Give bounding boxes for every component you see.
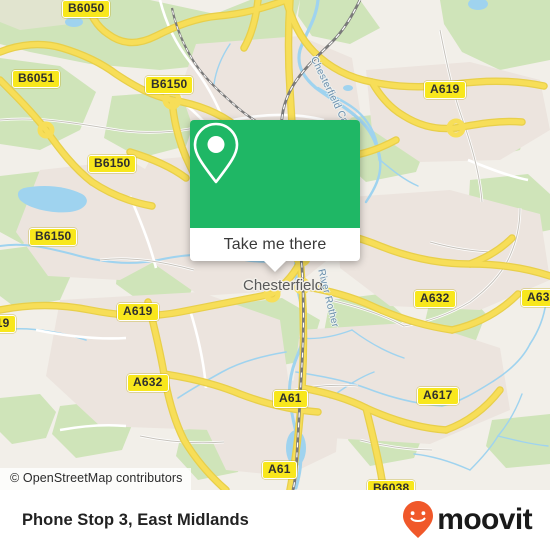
road-shield-b6050: B6050: [62, 0, 111, 18]
moovit-station-map-screen: Chesterfield Chesterfield Canal River Ro…: [0, 0, 550, 550]
popup-header: [190, 120, 360, 228]
moovit-smiley-pin-icon: [403, 501, 434, 538]
footer-bar: Phone Stop 3, East Midlands moovit: [0, 490, 550, 550]
station-popup-card[interactable]: Take me there: [190, 120, 360, 272]
station-title: Phone Stop 3, East Midlands: [22, 510, 249, 529]
road-shield-a619: A619: [424, 81, 466, 99]
road-shield-a619: A619: [0, 315, 16, 333]
road-shield-a61: A61: [273, 390, 308, 408]
osm-attribution[interactable]: © OpenStreetMap contributors: [0, 468, 191, 490]
popup-footer[interactable]: Take me there: [190, 228, 360, 261]
popup-pointer: [264, 261, 286, 272]
road-shield-b6150: B6150: [145, 76, 194, 94]
road-shield-a632: A632: [414, 290, 456, 308]
take-me-there-label: Take me there: [223, 235, 327, 253]
map-pin-icon: [193, 122, 239, 184]
map-canvas[interactable]: Chesterfield Chesterfield Canal River Ro…: [0, 0, 550, 490]
road-shield-a619: A619: [117, 303, 159, 321]
road-shield-b6038: B6038: [367, 480, 416, 490]
place-label-chesterfield: Chesterfield: [243, 277, 324, 294]
moovit-logo[interactable]: moovit: [401, 500, 533, 540]
road-shield-b6150: B6150: [88, 155, 137, 173]
road-shield-a61: A61: [262, 461, 297, 479]
moovit-wordmark: moovit: [437, 503, 532, 536]
road-shield-a617: A617: [417, 387, 459, 405]
road-shield-a632: A632: [127, 374, 169, 392]
road-shield-b6051: B6051: [12, 70, 61, 88]
road-shield-b6150: B6150: [29, 228, 78, 246]
road-shield-a632: A632: [521, 289, 550, 307]
